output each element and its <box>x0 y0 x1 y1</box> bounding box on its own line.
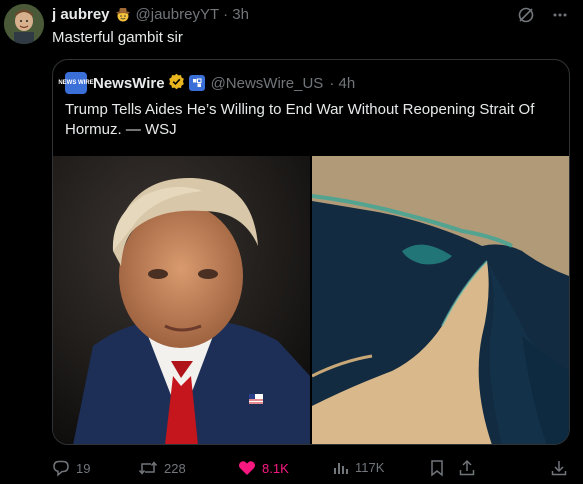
repost-icon <box>138 459 158 477</box>
download-icon <box>550 459 568 477</box>
views-button[interactable]: 117K <box>333 459 384 475</box>
quote-avatar[interactable]: NEWS WIRE <box>58 72 94 94</box>
share-icon <box>458 459 476 477</box>
action-bar: 19 228 8.1K 117K <box>52 456 572 480</box>
more-icon[interactable] <box>551 6 569 24</box>
repost-button[interactable]: 228 <box>138 459 186 477</box>
portrait-photo[interactable] <box>53 156 310 444</box>
display-name[interactable]: j aubrey <box>52 6 110 23</box>
handle[interactable]: @jaubreyYT <box>136 6 220 23</box>
quote-text: Trump Tells Aides He’s Willing to End Wa… <box>65 101 535 138</box>
affiliate-badge-icon <box>188 75 205 91</box>
download-button[interactable] <box>550 459 568 477</box>
quote-display-name[interactable]: NewsWire <box>93 75 165 92</box>
cowboy-hat-face-icon <box>114 5 132 23</box>
tweet-text: Masterful gambit sir <box>52 29 183 46</box>
quote-media[interactable] <box>53 156 569 444</box>
tweet-header: j aubrey @jaubreyYT · 3h <box>52 5 249 23</box>
heart-filled-icon <box>238 459 256 477</box>
avatar[interactable] <box>4 4 44 44</box>
quote-header: NEWS WIRE NewsWire @NewsWire_US · 4h <box>58 72 355 94</box>
repost-count: 228 <box>164 460 186 476</box>
views-chart-icon <box>333 459 349 475</box>
reply-icon <box>52 459 70 477</box>
share-button[interactable] <box>458 459 476 477</box>
bookmark-icon <box>429 459 445 477</box>
grok-icon[interactable] <box>517 6 535 24</box>
timestamp[interactable]: · 3h <box>223 6 249 23</box>
quote-handle[interactable]: @NewsWire_US <box>211 75 324 92</box>
like-button[interactable]: 8.1K <box>238 459 289 477</box>
satellite-map-photo[interactable] <box>312 156 569 444</box>
verified-badge-icon <box>168 73 185 94</box>
like-count: 8.1K <box>262 460 289 476</box>
quote-timestamp[interactable]: · 4h <box>329 75 355 92</box>
header-icons <box>517 6 569 24</box>
views-count: 117K <box>355 459 385 475</box>
bookmark-button[interactable] <box>429 459 445 477</box>
reply-button[interactable]: 19 <box>52 459 90 477</box>
quote-tweet[interactable]: NEWS WIRE NewsWire @NewsWire_US · 4h Tru… <box>52 59 570 445</box>
reply-count: 19 <box>76 460 91 476</box>
tweet[interactable]: j aubrey @jaubreyYT · 3h Masterful gambi… <box>0 0 583 484</box>
